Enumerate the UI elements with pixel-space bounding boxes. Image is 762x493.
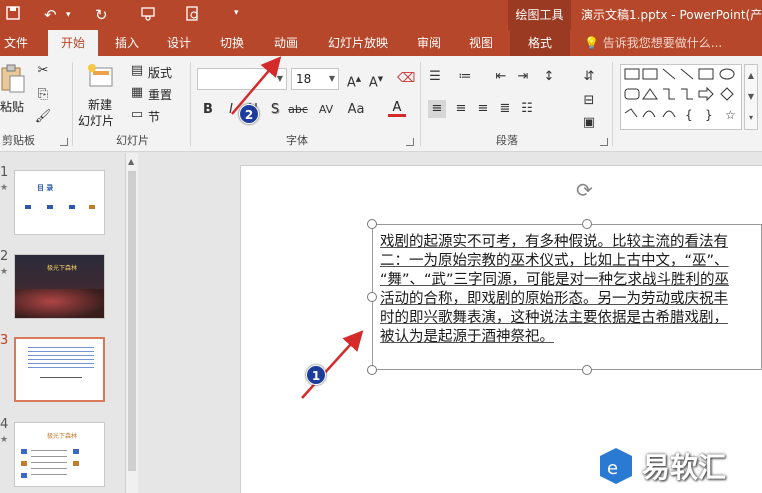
step-badge-1: 1 — [306, 365, 326, 385]
watermark-icon: e — [600, 448, 632, 484]
step-badge-2: 2 — [239, 104, 259, 124]
annotation-arrows — [231, 56, 364, 399]
watermark-text: 易软汇 — [642, 451, 727, 484]
watermark-logo: e 易软汇 — [596, 440, 762, 493]
svg-text:e: e — [607, 458, 618, 479]
